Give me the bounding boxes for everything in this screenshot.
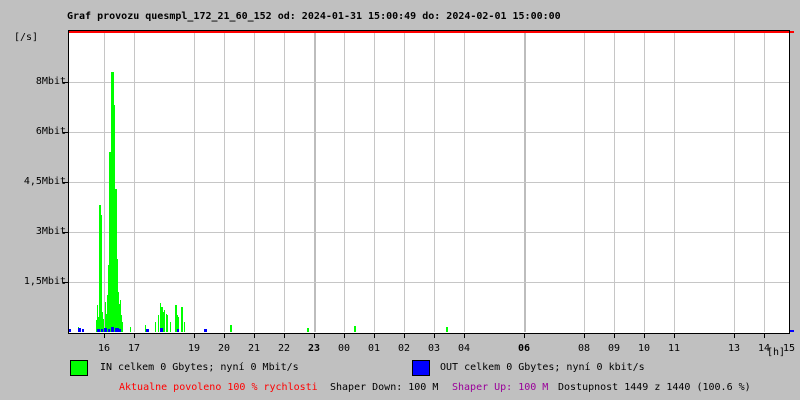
in-legend-swatch (70, 360, 88, 376)
traffic-spike-in (184, 322, 185, 332)
x-axis-tick (194, 334, 195, 338)
x-axis-tick (644, 334, 645, 338)
x-axis-label: 09 (607, 343, 621, 354)
graph-title: Graf provozu quesmpl_172_21_60_152 od: 2… (67, 11, 561, 22)
traffic-spike-out (82, 329, 84, 332)
traffic-spike-in (181, 307, 183, 332)
traffic-spike-out (146, 329, 149, 332)
limit-edge-marker (790, 31, 794, 33)
x-axis-label: 13 (727, 343, 741, 354)
allowed-speed-status: Aktualne povoleno 100 % rychlosti (119, 382, 318, 393)
x-axis-tick (134, 334, 135, 338)
traffic-spike-out (111, 327, 114, 332)
x-axis-label: 11 (667, 343, 681, 354)
traffic-spike-out (108, 329, 110, 332)
x-axis-tick (344, 334, 345, 338)
x-axis-tick (584, 334, 585, 338)
traffic-spike-in (354, 326, 356, 332)
x-axis-tick (404, 334, 405, 338)
x-axis-tick (764, 334, 765, 338)
plot-area (68, 30, 790, 334)
traffic-spike-out (101, 329, 103, 332)
availability-status: Dostupnost 1449 z 1440 (100.6 %) (558, 382, 751, 393)
x-axis-tick (464, 334, 465, 338)
traffic-spike-out (119, 329, 121, 332)
x-axis-label: 06 (517, 343, 531, 354)
traffic-spike-in (170, 322, 171, 332)
x-axis-tick (434, 334, 435, 338)
y-axis-tick (63, 132, 68, 133)
x-axis-tick (524, 334, 525, 338)
y-axis-tick (63, 282, 68, 283)
traffic-graph-window: Graf provozu quesmpl_172_21_60_152 od: 2… (0, 0, 800, 400)
x-axis-label: 03 (427, 343, 441, 354)
traffic-spike-in (446, 327, 448, 332)
value-gridline (69, 232, 789, 233)
value-gridline (69, 132, 789, 133)
y-axis-label: 6Mbit (35, 126, 66, 137)
y-axis-label: 3Mbit (35, 226, 66, 237)
x-axis-label: 22 (277, 343, 291, 354)
shaper-down-status: Shaper Down: 100 M (330, 382, 439, 393)
x-axis-label: 16 (97, 343, 111, 354)
value-gridline (69, 182, 789, 183)
x-axis-label: 01 (367, 343, 381, 354)
y-axis-label: 8Mbit (35, 76, 66, 87)
y-axis-label: 1,5Mbit (23, 276, 66, 287)
y-axis-label: 4,5Mbit (23, 176, 66, 187)
x-axis-tick (104, 334, 105, 338)
traffic-spike-in (307, 328, 309, 332)
value-gridline (69, 82, 789, 83)
x-axis-tick (284, 334, 285, 338)
y-axis-tick (63, 82, 68, 83)
out-legend-label: OUT celkem 0 Gbytes; nyní 0 kbit/s (440, 362, 645, 373)
x-axis-tick (674, 334, 675, 338)
x-axis-tick (254, 334, 255, 338)
traffic-spike-in (122, 322, 123, 332)
x-axis-label: 15 (782, 343, 796, 354)
traffic-spike-out (204, 329, 207, 332)
traffic-spike-in (230, 325, 232, 332)
traffic-spike-in (158, 315, 159, 332)
traffic-spike-in (130, 327, 131, 332)
x-axis-label: 02 (397, 343, 411, 354)
traffic-spike-out (69, 329, 71, 332)
x-axis-label: 04 (457, 343, 471, 354)
y-axis-tick (63, 232, 68, 233)
shaper-up-status: Shaper Up: 100 M (452, 382, 549, 393)
x-axis-tick (614, 334, 615, 338)
traffic-spike-in (167, 315, 168, 332)
traffic-spike-out (78, 328, 81, 332)
traffic-spike-in (164, 310, 165, 332)
x-axis-tick (374, 334, 375, 338)
y-axis-tick (63, 182, 68, 183)
in-legend-label: IN celkem 0 Gbytes; nyní 0 Mbit/s (100, 362, 299, 373)
x-axis-tick (224, 334, 225, 338)
x-axis-label: 19 (187, 343, 201, 354)
x-axis-tick (734, 334, 735, 338)
x-axis-tick (314, 334, 315, 338)
traffic-spike-out (97, 329, 100, 332)
traffic-spike-out (160, 328, 163, 332)
x-axis-label: 10 (637, 343, 651, 354)
traffic-spike-out (104, 328, 107, 332)
limit-line (69, 31, 789, 33)
x-axis-label: 23 (307, 343, 321, 354)
value-gridline (69, 282, 789, 283)
x-axis-label: 20 (217, 343, 231, 354)
traffic-spike-out (177, 329, 179, 332)
out-edge-marker (790, 330, 794, 332)
x-axis-label: 14 (757, 343, 771, 354)
x-axis-label: 17 (127, 343, 141, 354)
traffic-spike-in (155, 322, 156, 332)
x-axis-label: 00 (337, 343, 351, 354)
x-axis-label: 21 (247, 343, 261, 354)
out-legend-swatch (412, 360, 430, 376)
x-axis-label: 08 (577, 343, 591, 354)
y-axis-unit-label: [/s] (14, 32, 39, 43)
